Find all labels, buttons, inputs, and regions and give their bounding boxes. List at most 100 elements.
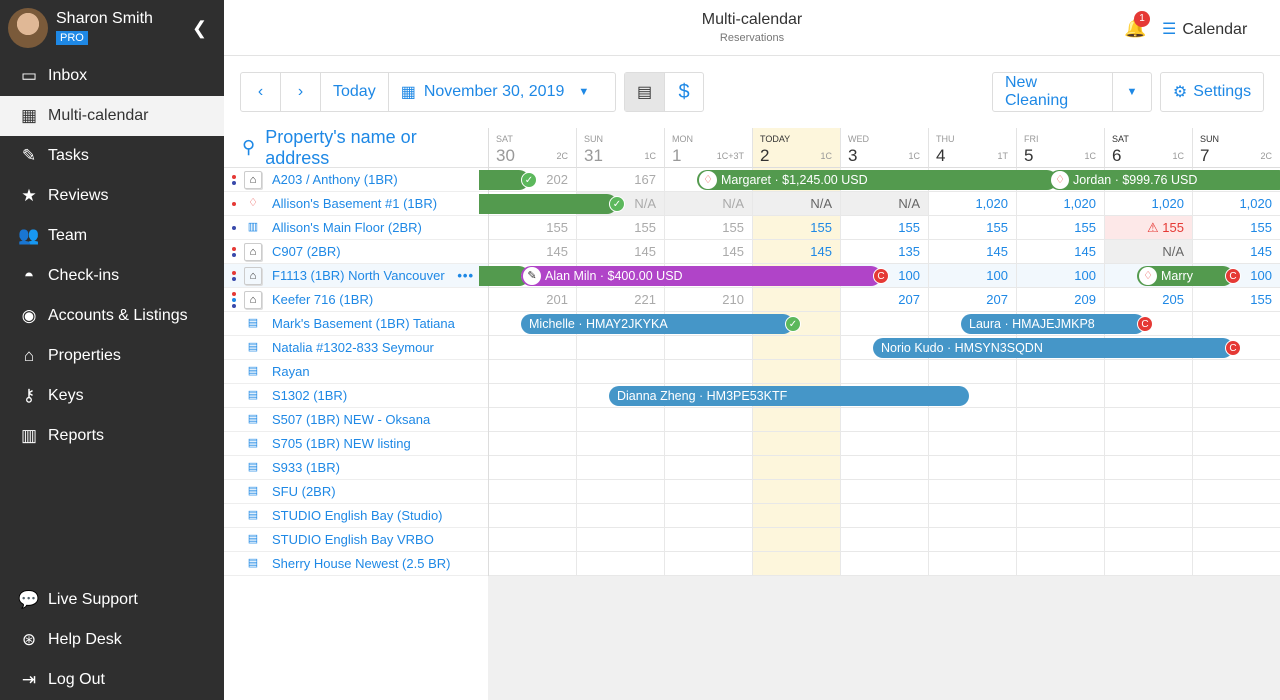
calendar-cell[interactable]: [489, 528, 577, 552]
calendar-cell[interactable]: 145: [929, 240, 1017, 264]
property-name[interactable]: S933 (1BR): [272, 460, 340, 475]
calendar-cell[interactable]: ⚠ 155: [1105, 216, 1193, 240]
calendar-cell[interactable]: [1193, 480, 1280, 504]
property-row[interactable]: ⌂ Keefer 716 (1BR): [224, 288, 488, 312]
property-name[interactable]: Allison's Basement #1 (1BR): [272, 196, 437, 211]
calendar-cell[interactable]: 210: [665, 288, 753, 312]
next-button[interactable]: ›: [281, 73, 321, 111]
calendar-cell[interactable]: 155: [665, 216, 753, 240]
calendar-cell[interactable]: [1105, 384, 1193, 408]
calendar-cell[interactable]: N/A: [665, 192, 753, 216]
calendar-cell[interactable]: [841, 312, 929, 336]
booking-bar[interactable]: ♢ Jordan · $999.76 USD: [1049, 170, 1280, 190]
calendar-cell[interactable]: 100: [1017, 264, 1105, 288]
property-name[interactable]: Mark's Basement (1BR) Tatiana: [272, 316, 455, 331]
calendar-cell[interactable]: [577, 480, 665, 504]
calendar-cell[interactable]: 155: [1193, 216, 1280, 240]
calendar-cell[interactable]: [665, 336, 753, 360]
calendar-cell[interactable]: 155: [489, 216, 577, 240]
calendar-cell[interactable]: [753, 456, 841, 480]
calendar-cell[interactable]: 207: [841, 288, 929, 312]
calendar-cell[interactable]: [577, 432, 665, 456]
calendar-cell[interactable]: 145: [753, 240, 841, 264]
calendar-cell[interactable]: [753, 360, 841, 384]
calendar-cell[interactable]: [929, 432, 1017, 456]
calendar-cell[interactable]: 221: [577, 288, 665, 312]
calendar-cell[interactable]: [753, 480, 841, 504]
calendar-cell[interactable]: [841, 432, 929, 456]
calendar-cell[interactable]: [665, 408, 753, 432]
calendar-cell[interactable]: [1017, 456, 1105, 480]
calendar-cell[interactable]: 1,020: [1105, 192, 1193, 216]
property-row[interactable]: ▤ STUDIO English Bay (Studio): [224, 504, 488, 528]
user-profile[interactable]: Sharon Smith PRO ❮: [0, 0, 224, 56]
calendar-cell[interactable]: [1193, 432, 1280, 456]
calendar-cell[interactable]: [1105, 360, 1193, 384]
calendar-cell[interactable]: [1193, 360, 1280, 384]
calendar-cell[interactable]: [665, 456, 753, 480]
property-row[interactable]: ▤ STUDIO English Bay VRBO: [224, 528, 488, 552]
calendar-cell[interactable]: [753, 528, 841, 552]
calendar-cell[interactable]: [665, 480, 753, 504]
calendar-cell[interactable]: [1017, 384, 1105, 408]
pricing-mode-button[interactable]: $: [665, 73, 703, 111]
property-row[interactable]: ♢ Allison's Basement #1 (1BR): [224, 192, 488, 216]
calendar-cell[interactable]: [929, 360, 1017, 384]
calendar-cell[interactable]: [753, 336, 841, 360]
calendar-cell[interactable]: [577, 336, 665, 360]
calendar-cell[interactable]: [841, 552, 929, 576]
booking-bar[interactable]: Norio Kudo · HMSYN3SQDN C: [873, 338, 1241, 358]
calendar-cell[interactable]: [1017, 432, 1105, 456]
calendar-cell[interactable]: 155: [929, 216, 1017, 240]
calendar-cell[interactable]: [1105, 552, 1193, 576]
calendar-cell[interactable]: [841, 504, 929, 528]
calendar-cell[interactable]: [1105, 408, 1193, 432]
calendar-cell[interactable]: 145: [665, 240, 753, 264]
calendar-cell[interactable]: 135: [841, 240, 929, 264]
calendar-cell[interactable]: [1017, 408, 1105, 432]
sidebar-item-inbox[interactable]: ▭ Inbox: [0, 56, 224, 96]
calendar-cell[interactable]: [753, 504, 841, 528]
property-row[interactable]: ⌂ F1113 (1BR) North Vancouver •••: [224, 264, 488, 288]
sidebar-item-team[interactable]: 👥 Team: [0, 216, 224, 256]
calendar-cell[interactable]: [577, 552, 665, 576]
calendar-cell[interactable]: [841, 456, 929, 480]
calendar-cell[interactable]: 155: [1017, 216, 1105, 240]
chevron-left-icon[interactable]: ❮: [192, 18, 207, 39]
calendar-cell[interactable]: [929, 552, 1017, 576]
today-button[interactable]: Today: [321, 73, 389, 111]
calendar-view-button[interactable]: ☰ Calendar: [1162, 19, 1247, 39]
sidebar-item-log-out[interactable]: ⇥ Log Out: [0, 660, 224, 700]
sidebar-item-multi-calendar[interactable]: ▦ Multi-calendar: [0, 96, 224, 136]
calendar-cell[interactable]: [577, 360, 665, 384]
calendar-cell[interactable]: N/A: [753, 192, 841, 216]
calendar-cell[interactable]: [929, 456, 1017, 480]
property-name[interactable]: S507 (1BR) NEW - Oksana: [272, 412, 430, 427]
calendar-cell[interactable]: N/A: [1105, 240, 1193, 264]
booking-bar[interactable]: Laura · HMAJEJMKP8 C: [961, 314, 1153, 334]
property-name[interactable]: Sherry House Newest (2.5 BR): [272, 556, 450, 571]
calendar-cell[interactable]: 155: [753, 216, 841, 240]
sidebar-item-accounts-listings[interactable]: ◉ Accounts & Listings: [0, 296, 224, 336]
sidebar-item-reviews[interactable]: ★ Reviews: [0, 176, 224, 216]
property-row[interactable]: ▤ Rayan: [224, 360, 488, 384]
property-name[interactable]: A203 / Anthony (1BR): [272, 172, 398, 187]
booking-bar[interactable]: Michelle · HMAY2JKYKA ✓: [521, 314, 801, 334]
sidebar-item-keys[interactable]: ⚷ Keys: [0, 376, 224, 416]
property-row[interactable]: ▤ S705 (1BR) NEW listing: [224, 432, 488, 456]
calendar-cell[interactable]: [1105, 432, 1193, 456]
calendar-cell[interactable]: 145: [489, 240, 577, 264]
property-name[interactable]: S705 (1BR) NEW listing: [272, 436, 411, 451]
calendar-cell[interactable]: [1193, 408, 1280, 432]
calendar-cell[interactable]: [489, 552, 577, 576]
date-picker[interactable]: ▦ November 30, 2019 ▼: [389, 73, 615, 111]
calendar-cell[interactable]: [577, 408, 665, 432]
property-row[interactable]: ▥ Allison's Main Floor (2BR): [224, 216, 488, 240]
calendar-cell[interactable]: [841, 480, 929, 504]
property-name[interactable]: F1113 (1BR) North Vancouver: [272, 268, 445, 283]
property-row[interactable]: ▤ Natalia #1302-833 Seymour: [224, 336, 488, 360]
calendar-cell[interactable]: [841, 528, 929, 552]
calendar-cell[interactable]: [665, 528, 753, 552]
calendar-cell[interactable]: [489, 336, 577, 360]
calendar-cell[interactable]: 155: [841, 216, 929, 240]
